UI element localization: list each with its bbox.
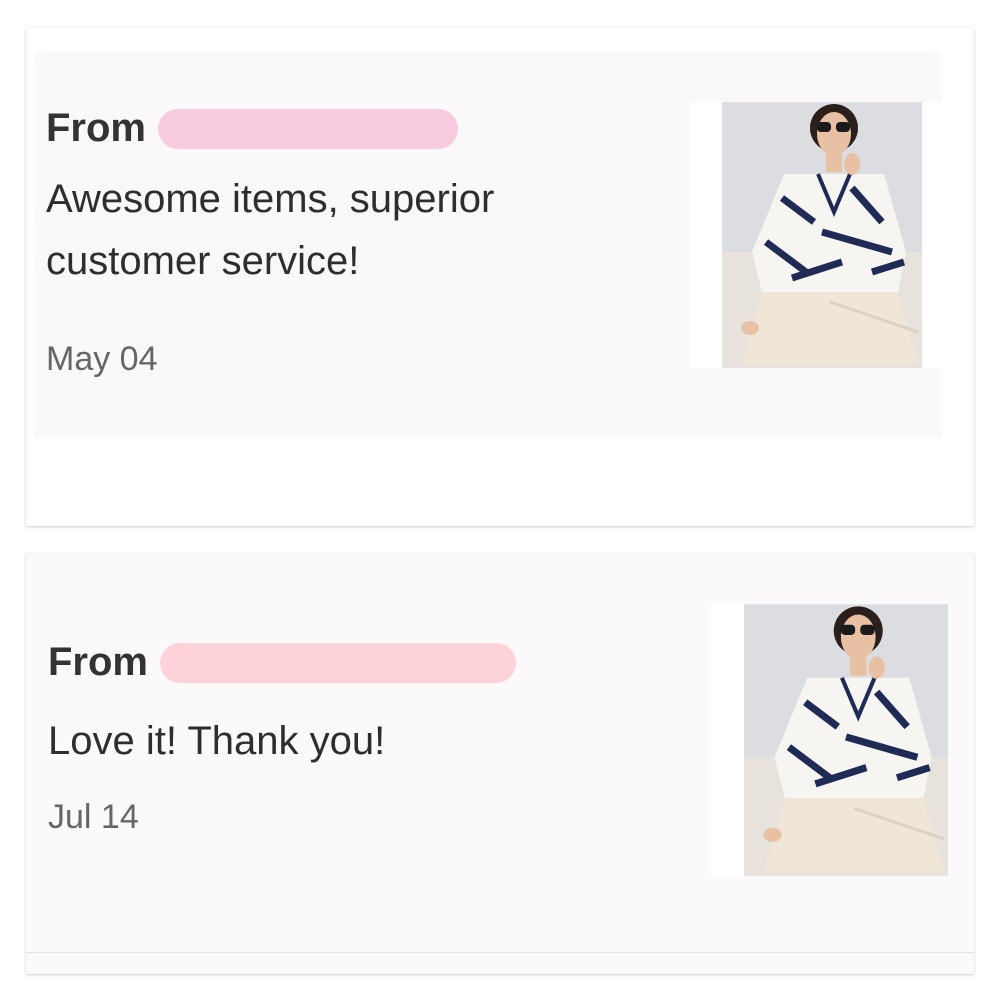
review-card[interactable]: From Awesome items, superior customer se… — [26, 28, 974, 526]
review-date: Jul 14 — [48, 798, 139, 836]
redacted-sender-name — [160, 642, 516, 683]
review-date: May 04 — [46, 340, 158, 378]
from-label: From — [48, 640, 148, 684]
from-label: From — [46, 106, 146, 150]
redacted-sender-name — [158, 108, 458, 149]
product-thumbnail[interactable] — [710, 604, 948, 876]
product-photo-icon — [722, 102, 922, 368]
product-photo-icon — [744, 604, 948, 876]
divider — [26, 952, 974, 953]
review-sender: From — [48, 640, 516, 685]
review-message: Love it! Thank you! — [48, 719, 386, 763]
review-card[interactable]: From Love it! Thank you! Jul 14 — [26, 554, 974, 974]
review-message: Awesome items, superior customer service… — [46, 177, 495, 283]
review-card-content: From Awesome items, superior customer se… — [34, 52, 942, 438]
review-sender: From — [46, 106, 458, 151]
product-thumbnail[interactable] — [690, 102, 942, 368]
